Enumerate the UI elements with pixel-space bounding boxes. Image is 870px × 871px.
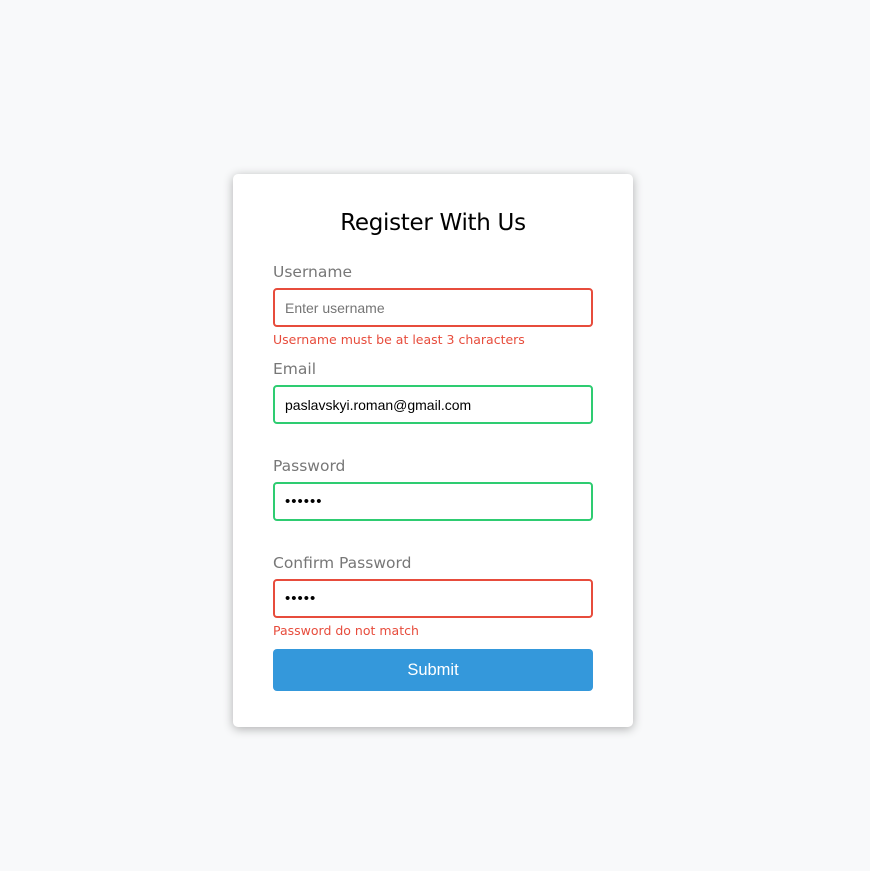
username-label: Username bbox=[273, 263, 353, 281]
register-form-card: Register With Us Username Username must … bbox=[233, 174, 633, 727]
email-input[interactable] bbox=[273, 385, 593, 424]
username-form-group: Username Username must be at least 3 cha… bbox=[273, 260, 593, 357]
password-input[interactable] bbox=[273, 482, 593, 521]
confirm-password-input[interactable] bbox=[273, 579, 593, 618]
submit-wrapper: Submit bbox=[273, 648, 593, 691]
password-label: Password bbox=[273, 457, 346, 475]
email-form-group: Email bbox=[273, 357, 593, 454]
confirm-password-error-message: Password do not match bbox=[273, 623, 419, 638]
username-error-message: Username must be at least 3 characters bbox=[273, 332, 525, 347]
email-label: Email bbox=[273, 360, 317, 378]
confirm-password-form-group: Confirm Password Password do not match bbox=[273, 551, 593, 648]
confirm-password-label: Confirm Password bbox=[273, 554, 412, 572]
password-form-group: Password bbox=[273, 454, 593, 551]
submit-button[interactable]: Submit bbox=[273, 649, 593, 691]
form-title: Register With Us bbox=[340, 210, 526, 236]
username-input[interactable] bbox=[273, 288, 593, 327]
